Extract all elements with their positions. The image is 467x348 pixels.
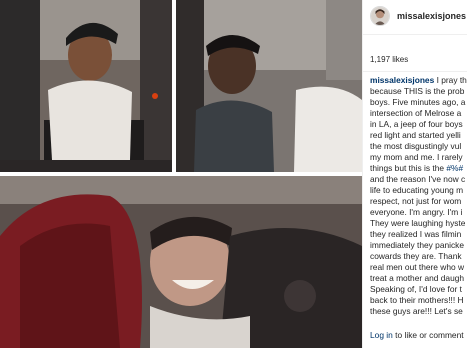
caption-line: They were laughing hyste (370, 218, 466, 228)
caption-line: everyone. I'm angry. I'm i (370, 207, 463, 217)
caption-line: my mom and me. I rarely (370, 152, 463, 162)
caption-line: respect, not just for wom (370, 196, 462, 206)
caption-line: back to their mothers!!! H (370, 295, 464, 305)
post-caption: missalexisjones I pray th because THIS i… (370, 75, 467, 317)
caption-author-link[interactable]: missalexisjones (370, 75, 434, 85)
caption-line: real men out there who w (370, 262, 465, 272)
caption-line: treat a mother and daugh (370, 273, 465, 283)
post-photo-collage[interactable] (0, 0, 362, 348)
caption-line: because THIS is the prob (370, 86, 465, 96)
photo-laughing-backseat (0, 176, 362, 348)
login-prompt: Log in to like or comment (370, 330, 464, 340)
post-sidebar: missalexisjones 1,197 likes missalexisjo… (362, 0, 467, 348)
caption-line: things but this is the #%# (370, 163, 464, 173)
caption-line: in LA, a jeep of four boys (370, 119, 463, 129)
hashtag-link[interactable]: #%# (446, 163, 463, 173)
caption-line: cowards they are. Thank (370, 251, 462, 261)
caption-line: immediately they panicke (370, 240, 465, 250)
caption-line: missalexisjones I pray th (370, 75, 467, 85)
login-link[interactable]: Log in (370, 330, 393, 340)
caption-line: life to educating young m (370, 185, 464, 195)
caption-line: and the reason I've now c (370, 174, 466, 184)
likes-divider (363, 71, 467, 72)
photo-passenger-dark-shirt (176, 0, 362, 172)
caption-line: the most disgustingly vul (370, 141, 462, 151)
caption-line: they realized I was filmin (370, 229, 462, 239)
likes-count[interactable]: 1,197 likes (370, 55, 408, 64)
post-header: missalexisjones (363, 0, 467, 32)
caption-line: Speaking of, I'd love for t (370, 284, 462, 294)
header-divider (363, 34, 467, 35)
avatar[interactable] (370, 6, 390, 26)
login-prompt-text: to like or comment (392, 330, 464, 340)
caption-line: these guys are!!! Let's se (370, 306, 463, 316)
caption-line: red light and started yelli (370, 130, 461, 140)
photo-driver-white-shirt (0, 0, 172, 172)
caption-line: intersection of Melrose a (370, 108, 462, 118)
caption-line: boys. Five minutes ago, a (370, 97, 466, 107)
username-link[interactable]: missalexisjones (397, 11, 466, 21)
